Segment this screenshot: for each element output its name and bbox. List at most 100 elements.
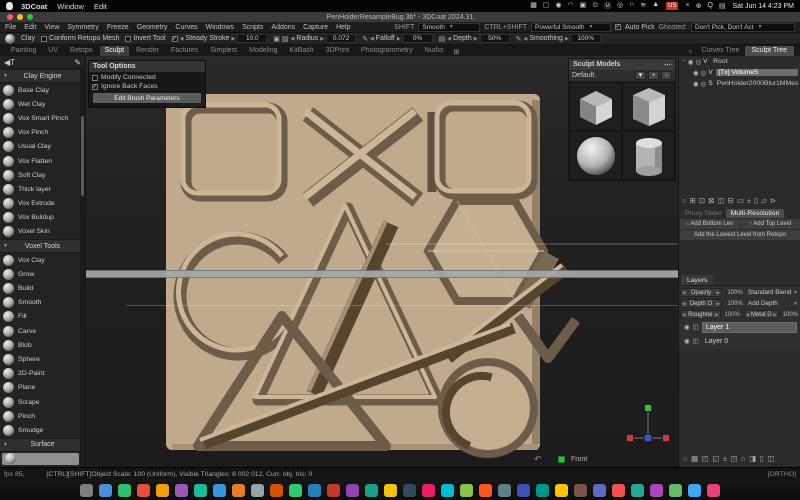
sculpt-models-header[interactable]: Sculpt Models ⋯ (569, 59, 675, 70)
search-icon[interactable]: ○ (661, 71, 672, 80)
dock-app-icon[interactable] (194, 484, 207, 497)
smoothing-control[interactable]: ✎ ◀ Smoothing ▶ 100% (516, 34, 601, 43)
panel-tool-icon[interactable]: ▯ (760, 454, 764, 463)
panel-tool-icon[interactable]: ± (723, 454, 727, 463)
add-room-icon[interactable]: ⊞ (453, 48, 459, 56)
menubar-status-icon[interactable]: ⊕ (696, 2, 702, 10)
decrement-icon[interactable]: ◀ (524, 36, 528, 42)
sidebar-section-header[interactable]: ▼Clay Engine (0, 69, 85, 83)
dock-app-icon[interactable] (365, 484, 378, 497)
panel-tool-icon[interactable]: ⊡ (699, 196, 705, 205)
depth-value[interactable]: 50% (480, 34, 510, 43)
sidebar-tool-item[interactable]: Smudge (0, 423, 85, 437)
ghost-icon[interactable]: ◎ (701, 69, 707, 77)
room-tab-uv[interactable]: UV (43, 46, 63, 56)
sidebar-tool-item[interactable]: Wet Clay (0, 97, 85, 111)
sidebar-tool-item[interactable]: Vox Clay (0, 253, 85, 267)
panel-tool-icon[interactable]: ▯ (754, 196, 758, 205)
sidebar-tool-item[interactable]: Build (0, 281, 85, 295)
layers-panel-tab[interactable]: Layers (681, 275, 713, 285)
sidebar-tool-item[interactable]: Plane (0, 381, 85, 395)
expander-icon[interactable]: − (682, 58, 686, 65)
room-tab-3dprint[interactable]: 3DPrint (321, 46, 354, 56)
tab-curves-tree[interactable]: Curves Tree (696, 46, 744, 56)
layer-row[interactable]: ◉◫Layer 1 (680, 320, 800, 334)
tree-item-label[interactable]: PenHolder2000Blur1MMes (715, 80, 800, 87)
layer-lock-icon[interactable]: ◫ (693, 337, 699, 345)
increment-icon[interactable]: ▶ (320, 36, 324, 42)
menubar-status-icon[interactable]: ▣ (580, 1, 587, 11)
dock-app-icon[interactable] (270, 484, 283, 497)
menubar-status-icon[interactable]: ◉ (555, 1, 561, 11)
ghost-icon[interactable]: ◎ (701, 80, 707, 88)
menubar-status-icon[interactable]: ▢ (543, 1, 550, 11)
increment-icon[interactable]: ▶ (565, 36, 569, 42)
dock-app-icon[interactable] (688, 484, 701, 497)
room-tab-retopo[interactable]: Retopo (65, 46, 98, 56)
blend-mode-select[interactable]: Standard Blend ▼ (748, 289, 800, 296)
layer-row[interactable]: ◉◫Layer 0 (680, 334, 800, 348)
menu-item-windows[interactable]: Windows (206, 24, 234, 31)
sidebar-tool-item[interactable]: Thick layer (0, 182, 85, 196)
pen-pressure-icon[interactable]: ▣ (273, 35, 280, 43)
tab-multi-resolution[interactable]: Multi-Resolution (726, 209, 785, 218)
sidebar-tool-item[interactable]: Base Clay (0, 83, 85, 97)
ghost-icon[interactable]: ◎ (695, 58, 701, 66)
layer-lock-icon[interactable]: ◫ (693, 323, 699, 331)
panel-tool-icon[interactable]: ⊠ (708, 196, 714, 205)
dock-app-icon[interactable] (308, 484, 321, 497)
proxy-slider-bar[interactable] (86, 270, 678, 278)
modify-connected-toggle[interactable]: Modify Connected (89, 72, 205, 81)
dock-app-icon[interactable] (574, 484, 587, 497)
metal-slider[interactable]: ◀Metal D▶ (744, 310, 779, 319)
dock-app-icon[interactable] (232, 484, 245, 497)
model-thumb-cube[interactable] (569, 82, 622, 131)
ignore-back-faces-toggle[interactable]: ✓ Ignore Back Faces (89, 81, 205, 90)
panel-tool-icon[interactable]: ◫ (767, 454, 774, 463)
menubar-status-icon[interactable]: ◎ (617, 1, 623, 11)
menubar-app-item[interactable]: Window (57, 2, 84, 11)
sidebar-tool-item[interactable]: Carve (0, 324, 85, 338)
panel-tool-icon[interactable]: ± (747, 196, 751, 205)
sidebar-tool-item[interactable]: Fill (0, 310, 85, 324)
steady-stroke-control[interactable]: ✓ ◀ Steady Stroke ▶ 10.0 (172, 34, 268, 43)
opacity-slider[interactable]: ◀Opacity▶ (680, 288, 722, 297)
pen-pressure-alt-icon[interactable]: ▨ (282, 35, 289, 43)
sidebar-tool-item[interactable]: 2D-Paint (0, 367, 85, 381)
dock-app-icon[interactable] (327, 484, 340, 497)
room-tab-painting[interactable]: Painting (6, 46, 41, 56)
close-icon[interactable]: × (688, 49, 692, 56)
sidebar-tool-item[interactable]: Soft Clay (0, 168, 85, 182)
menubar-status-icon[interactable]: × (685, 2, 689, 10)
dock-app-icon[interactable] (137, 484, 150, 497)
steady-stroke-value[interactable]: 10.0 (237, 34, 267, 43)
menubar-status-icon[interactable]: ▲ (652, 1, 659, 11)
metal-value[interactable]: 100% (781, 310, 800, 319)
dock-app-icon[interactable] (460, 484, 473, 497)
menu-item-curves[interactable]: Curves (175, 24, 197, 31)
increment-icon[interactable]: ▶ (231, 36, 235, 42)
room-tab-render[interactable]: Render (131, 46, 164, 56)
dock-app-icon[interactable] (631, 484, 644, 497)
tree-item-label[interactable]: [Tx] Volume5 (716, 69, 798, 76)
menubar-status-icon[interactable]: ▤ (719, 2, 726, 10)
dock-app-icon[interactable] (403, 484, 416, 497)
eye-icon[interactable]: ◉ (693, 69, 699, 77)
sidebar-tool-item[interactable]: Vox Buildup (0, 211, 85, 225)
room-tab-sculpt[interactable]: Sculpt (100, 46, 129, 56)
pen-icon[interactable]: ✎ (516, 35, 522, 43)
sidebar-tool-item[interactable]: Scrape (0, 395, 85, 409)
ghosted-mode-select[interactable]: Don't Pick, Don't Act ▼ (691, 23, 795, 32)
preset-name[interactable]: Default. (572, 72, 596, 79)
depth-opacity-slider[interactable]: ◀Depth O▶ (680, 299, 722, 308)
sidebar-tool-item[interactable]: Voxel Skin (0, 225, 85, 239)
sidebar-tool-item[interactable]: Usual Clay (0, 140, 85, 154)
room-tab-modeling[interactable]: Modeling (244, 46, 282, 56)
dock-app-icon[interactable] (669, 484, 682, 497)
decrement-icon[interactable]: ◀ (447, 36, 451, 42)
depth-mode-select[interactable]: Add Depth ▼ (748, 300, 800, 307)
decrement-icon[interactable]: ◀ (291, 36, 295, 42)
menu-item-view[interactable]: View (44, 24, 59, 31)
model-thumb-cylinder[interactable] (622, 131, 675, 180)
axis-x-pos-cube[interactable] (662, 434, 670, 442)
